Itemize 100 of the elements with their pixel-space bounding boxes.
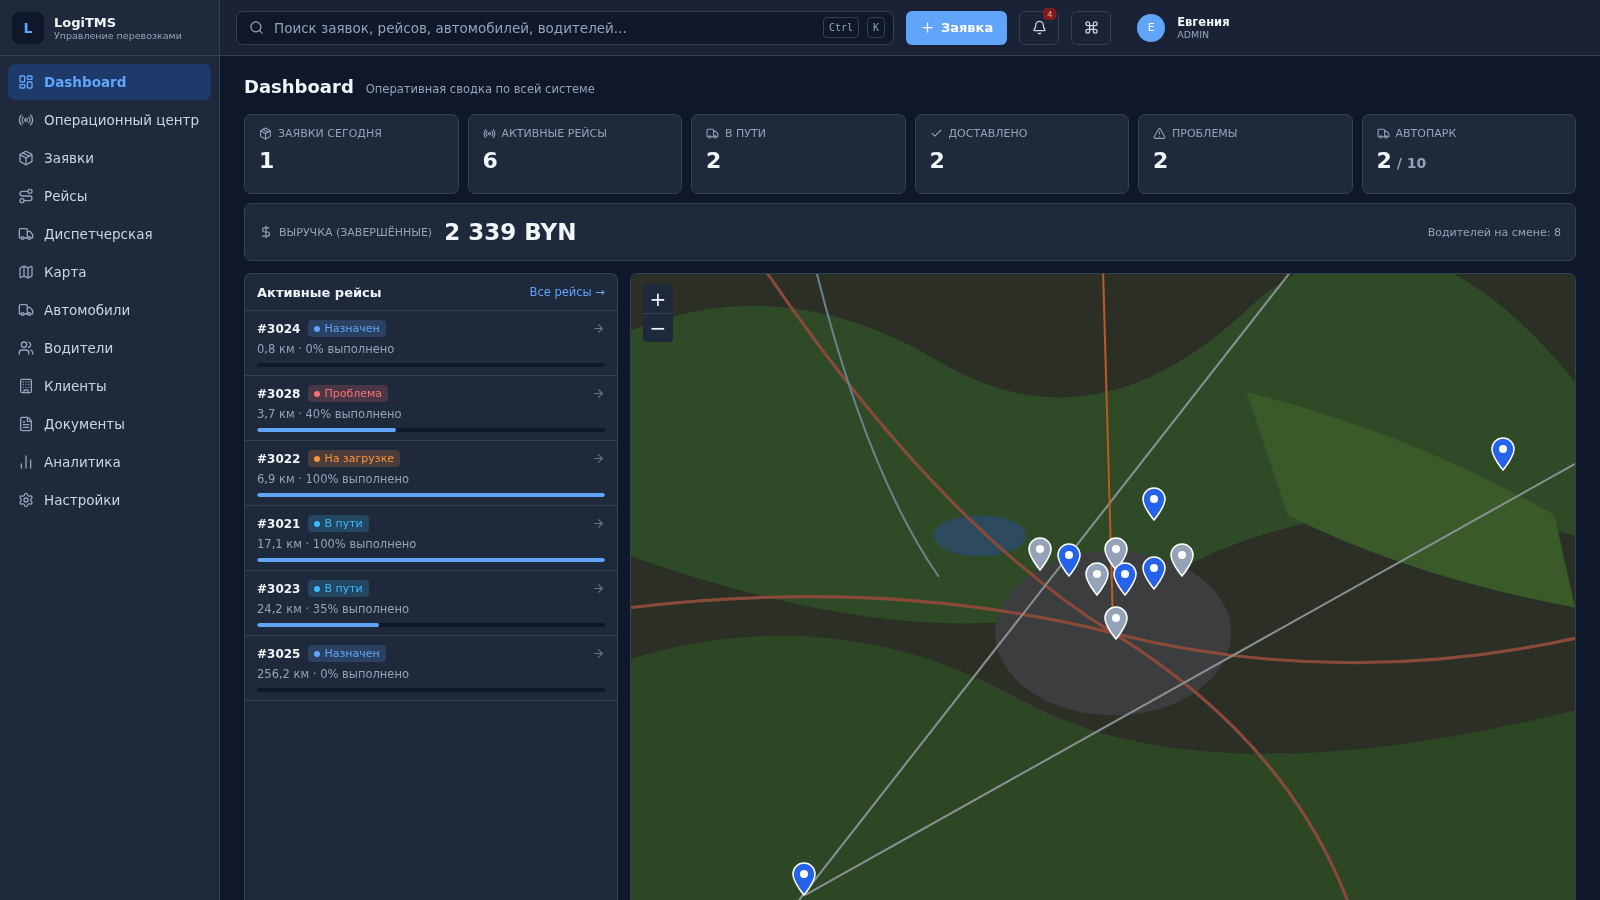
map-pin-icon[interactable] bbox=[1140, 486, 1167, 521]
sidebar-item[interactable]: Документы bbox=[8, 406, 211, 442]
notifications-button[interactable]: 4 bbox=[1019, 10, 1060, 45]
map-pin-icon[interactable] bbox=[1169, 543, 1196, 578]
notification-count: 4 bbox=[1043, 7, 1057, 20]
bell-icon bbox=[1031, 20, 1047, 35]
drivers-on-shift: Водителей на смене: 8 bbox=[1427, 225, 1561, 239]
document-icon bbox=[18, 416, 34, 432]
package-icon bbox=[18, 150, 34, 166]
keyboard-key: K bbox=[866, 17, 885, 38]
trip-id: #3023 bbox=[257, 581, 301, 596]
zoom-in-button[interactable]: + bbox=[643, 284, 673, 313]
trip-row[interactable]: #3021 В пути 17,1 км · 100% выполнено bbox=[245, 506, 617, 571]
trip-id: #3028 bbox=[257, 386, 301, 401]
warning-icon bbox=[1153, 127, 1166, 140]
signal-icon bbox=[18, 112, 34, 128]
plus-icon bbox=[920, 20, 935, 35]
page-subtitle: Оперативная сводка по всей системе bbox=[365, 82, 595, 96]
settings-icon bbox=[18, 492, 34, 508]
map-pin-icon[interactable] bbox=[1140, 555, 1167, 590]
arrow-icon bbox=[592, 647, 605, 660]
sidebar-item[interactable]: Операционный центр bbox=[8, 102, 211, 138]
page-title: Dashboard bbox=[244, 76, 354, 97]
check-icon bbox=[929, 127, 943, 140]
stat-value: 2 bbox=[1153, 148, 1169, 173]
trip-progress-text: 24,2 км · 35% выполнено bbox=[257, 602, 410, 616]
revenue-value: 2 339 BYN bbox=[444, 219, 577, 245]
map-pin-icon[interactable] bbox=[791, 862, 818, 897]
command-button[interactable] bbox=[1071, 10, 1112, 45]
truck-icon bbox=[706, 127, 719, 140]
search-bar[interactable]: Поиск заявок, рейсов, автомобилей, водителей... Ctrl K bbox=[236, 10, 894, 45]
zoom-out-button[interactable]: − bbox=[643, 313, 673, 342]
users-icon bbox=[18, 340, 34, 356]
trip-row[interactable]: #3028 Проблема 3,7 км · 40% выполнено bbox=[245, 376, 617, 441]
trip-row[interactable]: #3022 На загрузке 6,9 км · 100% выполнено bbox=[245, 441, 617, 506]
stat-value: 1 bbox=[259, 148, 275, 173]
arrow-icon bbox=[592, 582, 605, 595]
app-name: LogiTMS bbox=[54, 14, 118, 30]
arrow-icon bbox=[592, 452, 605, 465]
arrow-icon bbox=[592, 322, 605, 335]
stat-value: 6 bbox=[482, 148, 498, 173]
signal-icon bbox=[482, 127, 496, 140]
status-badge: На загрузке bbox=[308, 450, 401, 467]
dollar-icon bbox=[259, 225, 273, 239]
sidebar-item[interactable]: Аналитика bbox=[8, 444, 211, 480]
map-pin-icon[interactable] bbox=[1490, 436, 1517, 471]
map-icon bbox=[18, 264, 34, 280]
dashboard-icon bbox=[18, 74, 34, 90]
trip-id: #3021 bbox=[257, 516, 301, 531]
sidebar-item[interactable]: Dashboard bbox=[8, 64, 211, 100]
trip-progress-text: 3,7 км · 40% выполнено bbox=[257, 407, 403, 421]
chart-icon bbox=[18, 454, 34, 470]
panel-title: Активные рейсы bbox=[257, 284, 382, 300]
sidebar-item[interactable]: Рейсы bbox=[8, 178, 211, 214]
sidebar-item[interactable]: Заявки bbox=[8, 140, 211, 176]
sidebar-item[interactable]: Автомобили bbox=[8, 292, 211, 328]
package-icon bbox=[259, 127, 272, 140]
user-role: ADMIN bbox=[1177, 29, 1211, 40]
arrow-icon bbox=[592, 387, 605, 400]
trip-progress-text: 17,1 км · 100% выполнено bbox=[257, 537, 418, 551]
sidebar-item[interactable]: Карта bbox=[8, 254, 211, 290]
status-badge: В пути bbox=[308, 580, 369, 597]
trip-progress-text: 256,2 км · 0% выполнено bbox=[257, 667, 410, 681]
stat-value: 2 bbox=[929, 148, 945, 173]
all-trips-link[interactable]: Все рейсы → bbox=[529, 285, 605, 299]
status-badge: Назначен bbox=[308, 645, 386, 662]
stat-label: В ПУТИ bbox=[725, 127, 766, 140]
map-pin-icon[interactable] bbox=[1103, 605, 1129, 640]
truck-icon bbox=[1376, 127, 1390, 140]
map-pin-icon[interactable] bbox=[1027, 536, 1054, 571]
map-pin-icon[interactable] bbox=[1055, 543, 1082, 578]
arrow-icon bbox=[592, 517, 605, 530]
map-pin-icon[interactable] bbox=[1084, 561, 1111, 596]
trip-progress-text: 6,9 км · 100% выполнено bbox=[257, 472, 410, 486]
trip-row[interactable]: #3023 В пути 24,2 км · 35% выполнено bbox=[245, 571, 617, 636]
route-icon bbox=[18, 188, 34, 204]
building-icon bbox=[18, 378, 34, 394]
truck-icon bbox=[18, 302, 34, 318]
sidebar-item[interactable]: Настройки bbox=[8, 482, 211, 518]
truck-icon bbox=[18, 226, 34, 242]
user-name: Евгения bbox=[1177, 15, 1230, 29]
stat-label: ДОСТАВЛЕНО bbox=[948, 127, 1028, 140]
map-pin-icon[interactable] bbox=[1112, 561, 1139, 596]
stat-label: ПРОБЛЕМЫ bbox=[1172, 127, 1238, 140]
sidebar-item[interactable]: Диспетчерская bbox=[8, 216, 211, 252]
command-icon bbox=[1083, 20, 1099, 35]
search-input[interactable]: Поиск заявок, рейсов, автомобилей, водителей... bbox=[272, 18, 815, 37]
revenue-label: ВЫРУЧКА (ЗАВЕРШЁННЫЕ) bbox=[279, 225, 433, 239]
search-icon bbox=[249, 20, 264, 35]
trip-id: #3022 bbox=[257, 451, 301, 466]
status-badge: Назначен bbox=[308, 320, 386, 337]
status-badge: Проблема bbox=[308, 385, 389, 402]
app-subtitle: Управление перевозками bbox=[54, 29, 182, 41]
sidebar-item[interactable]: Водители bbox=[8, 330, 211, 366]
trip-id: #3025 bbox=[257, 646, 301, 661]
sidebar-item[interactable]: Клиенты bbox=[8, 368, 211, 404]
trip-id: #3024 bbox=[257, 321, 301, 336]
stat-label: АКТИВНЫЕ РЕЙСЫ bbox=[501, 127, 607, 140]
stat-value: 2 bbox=[1376, 148, 1392, 173]
stat-label: ЗАЯВКИ СЕГОДНЯ bbox=[278, 127, 382, 140]
